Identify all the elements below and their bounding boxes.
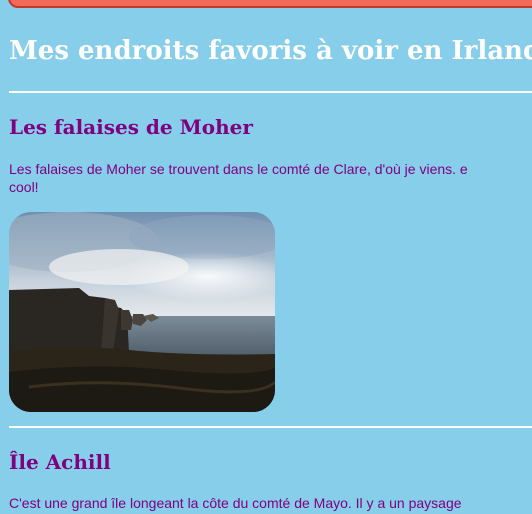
section-heading-achill: Île Achill xyxy=(9,450,111,474)
section-text-moher-line2: cool! xyxy=(9,179,39,195)
section-text-moher: Les falaises de Moher se trouvent dans l… xyxy=(9,160,468,196)
section-heading-moher: Les falaises de Moher xyxy=(9,115,253,139)
page-title: Mes endroits favoris à voir en Irlande xyxy=(9,36,532,66)
cliffs-of-moher-photo xyxy=(9,212,275,412)
page: Mes endroits favoris à voir en Irlande L… xyxy=(0,0,532,514)
section-text-moher-line1: Les falaises de Moher se trouvent dans l… xyxy=(9,161,468,177)
top-banner xyxy=(8,0,532,8)
section-divider xyxy=(9,91,532,93)
section-divider-2 xyxy=(9,426,532,428)
section-text-achill: C'est une grand île longeant la côte du … xyxy=(9,495,462,511)
